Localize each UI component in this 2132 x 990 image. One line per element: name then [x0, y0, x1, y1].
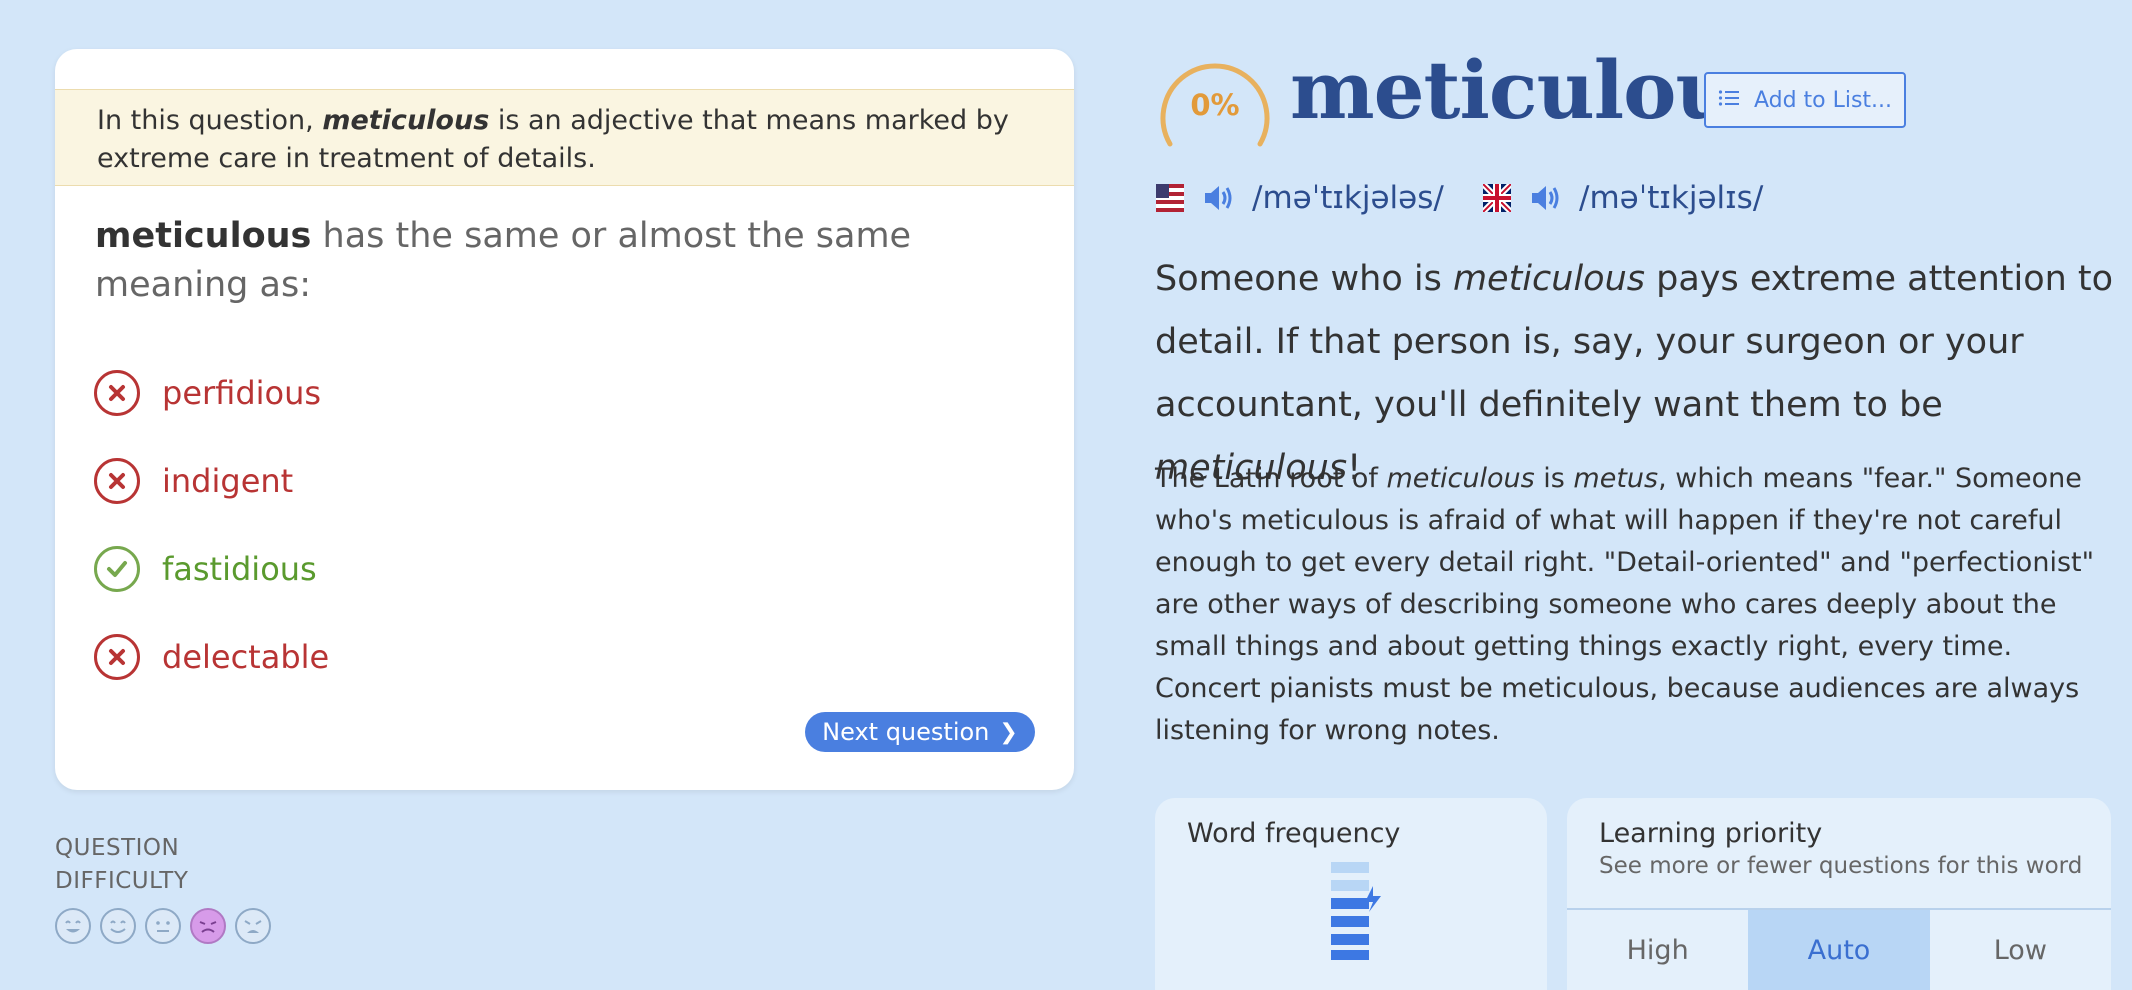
priority-segmented-control: High Auto Low — [1567, 908, 2111, 990]
difficulty-faces — [55, 908, 271, 944]
speaker-icon[interactable] — [1202, 183, 1234, 213]
choice-label: indigent — [162, 462, 294, 500]
speaker-icon[interactable] — [1529, 183, 1561, 213]
x-circle-icon — [94, 634, 140, 680]
learning-priority-panel: Learning priority See more or fewer ques… — [1567, 798, 2111, 990]
question-card: In this question, meticulous is an adjec… — [55, 49, 1074, 790]
short-def-text: Someone who is — [1155, 259, 1453, 299]
hint-prefix: In this question, — [97, 105, 323, 136]
priority-option-auto[interactable]: Auto — [1748, 910, 1930, 990]
choice-label: delectable — [162, 638, 330, 676]
answer-choice[interactable]: perfidious — [94, 349, 329, 437]
long-def-emphasis: metus — [1573, 463, 1659, 494]
long-def-text: The Latin root of — [1155, 463, 1387, 494]
long-definition: The Latin root of meticulous is metus, w… — [1155, 458, 2105, 752]
question-prompt: meticulous has the same or almost the sa… — [95, 212, 1045, 310]
answer-choices: perfidious indigent fastidious delectabl… — [94, 349, 329, 701]
learning-priority-subtitle: See more or fewer questions for this wor… — [1599, 853, 2083, 879]
question-hint: In this question, meticulous is an adjec… — [55, 89, 1074, 186]
easy-face-icon[interactable] — [100, 908, 136, 944]
priority-option-low[interactable]: Low — [1930, 910, 2111, 990]
check-circle-icon — [94, 546, 140, 592]
short-def-emphasis: meticulous — [1452, 259, 1646, 299]
x-circle-icon — [94, 458, 140, 504]
neutral-face-icon[interactable] — [145, 908, 181, 944]
frequency-bars-icon — [1331, 862, 1381, 960]
long-def-emphasis: meticulous — [1386, 463, 1535, 494]
word-frequency-panel: Word frequency — [1155, 798, 1547, 990]
next-question-label: Next question — [822, 718, 990, 746]
chevron-right-icon: ❯ — [999, 719, 1018, 745]
choice-label: perfidious — [162, 374, 322, 412]
us-flag-icon — [1156, 184, 1184, 212]
hard-face-icon[interactable] — [190, 908, 226, 944]
priority-option-high[interactable]: High — [1567, 910, 1748, 990]
add-to-list-label: Add to List... — [1753, 87, 1893, 113]
x-circle-icon — [94, 370, 140, 416]
very-easy-face-icon[interactable] — [55, 908, 91, 944]
pronunciation-uk-text: /məˈtɪkjəlɪs/ — [1579, 180, 1764, 216]
learning-priority-title: Learning priority — [1599, 818, 1823, 849]
long-def-text: is — [1534, 463, 1574, 494]
answer-choice[interactable]: fastidious — [94, 525, 329, 613]
next-question-button[interactable]: Next question ❯ — [805, 712, 1035, 752]
word-frequency-title: Word frequency — [1187, 818, 1401, 849]
uk-flag-icon — [1483, 184, 1511, 212]
pronunciation-uk: /məˈtɪkjəlɪs/ — [1483, 180, 1763, 216]
add-to-list-button[interactable]: Add to List... — [1704, 72, 1906, 128]
question-difficulty-label: QUESTION DIFFICULTY — [55, 832, 188, 898]
pronunciation-us-text: /məˈtɪkjələs/ — [1252, 180, 1444, 216]
pronunciation-us: /məˈtɪkjələs/ — [1156, 180, 1444, 216]
list-icon — [1718, 88, 1740, 113]
hint-word: meticulous — [322, 105, 490, 136]
answer-choice[interactable]: delectable — [94, 613, 329, 701]
prompt-word: meticulous — [95, 216, 312, 256]
long-def-text: , which means "fear." Someone who's meti… — [1155, 463, 2095, 746]
choice-label: fastidious — [162, 550, 317, 588]
difficulty-label-line1: QUESTION — [55, 835, 180, 861]
very-hard-face-icon[interactable] — [235, 908, 271, 944]
difficulty-label-line2: DIFFICULTY — [55, 868, 189, 894]
answer-choice[interactable]: indigent — [94, 437, 329, 525]
progress-percent: 0% — [1190, 88, 1240, 122]
